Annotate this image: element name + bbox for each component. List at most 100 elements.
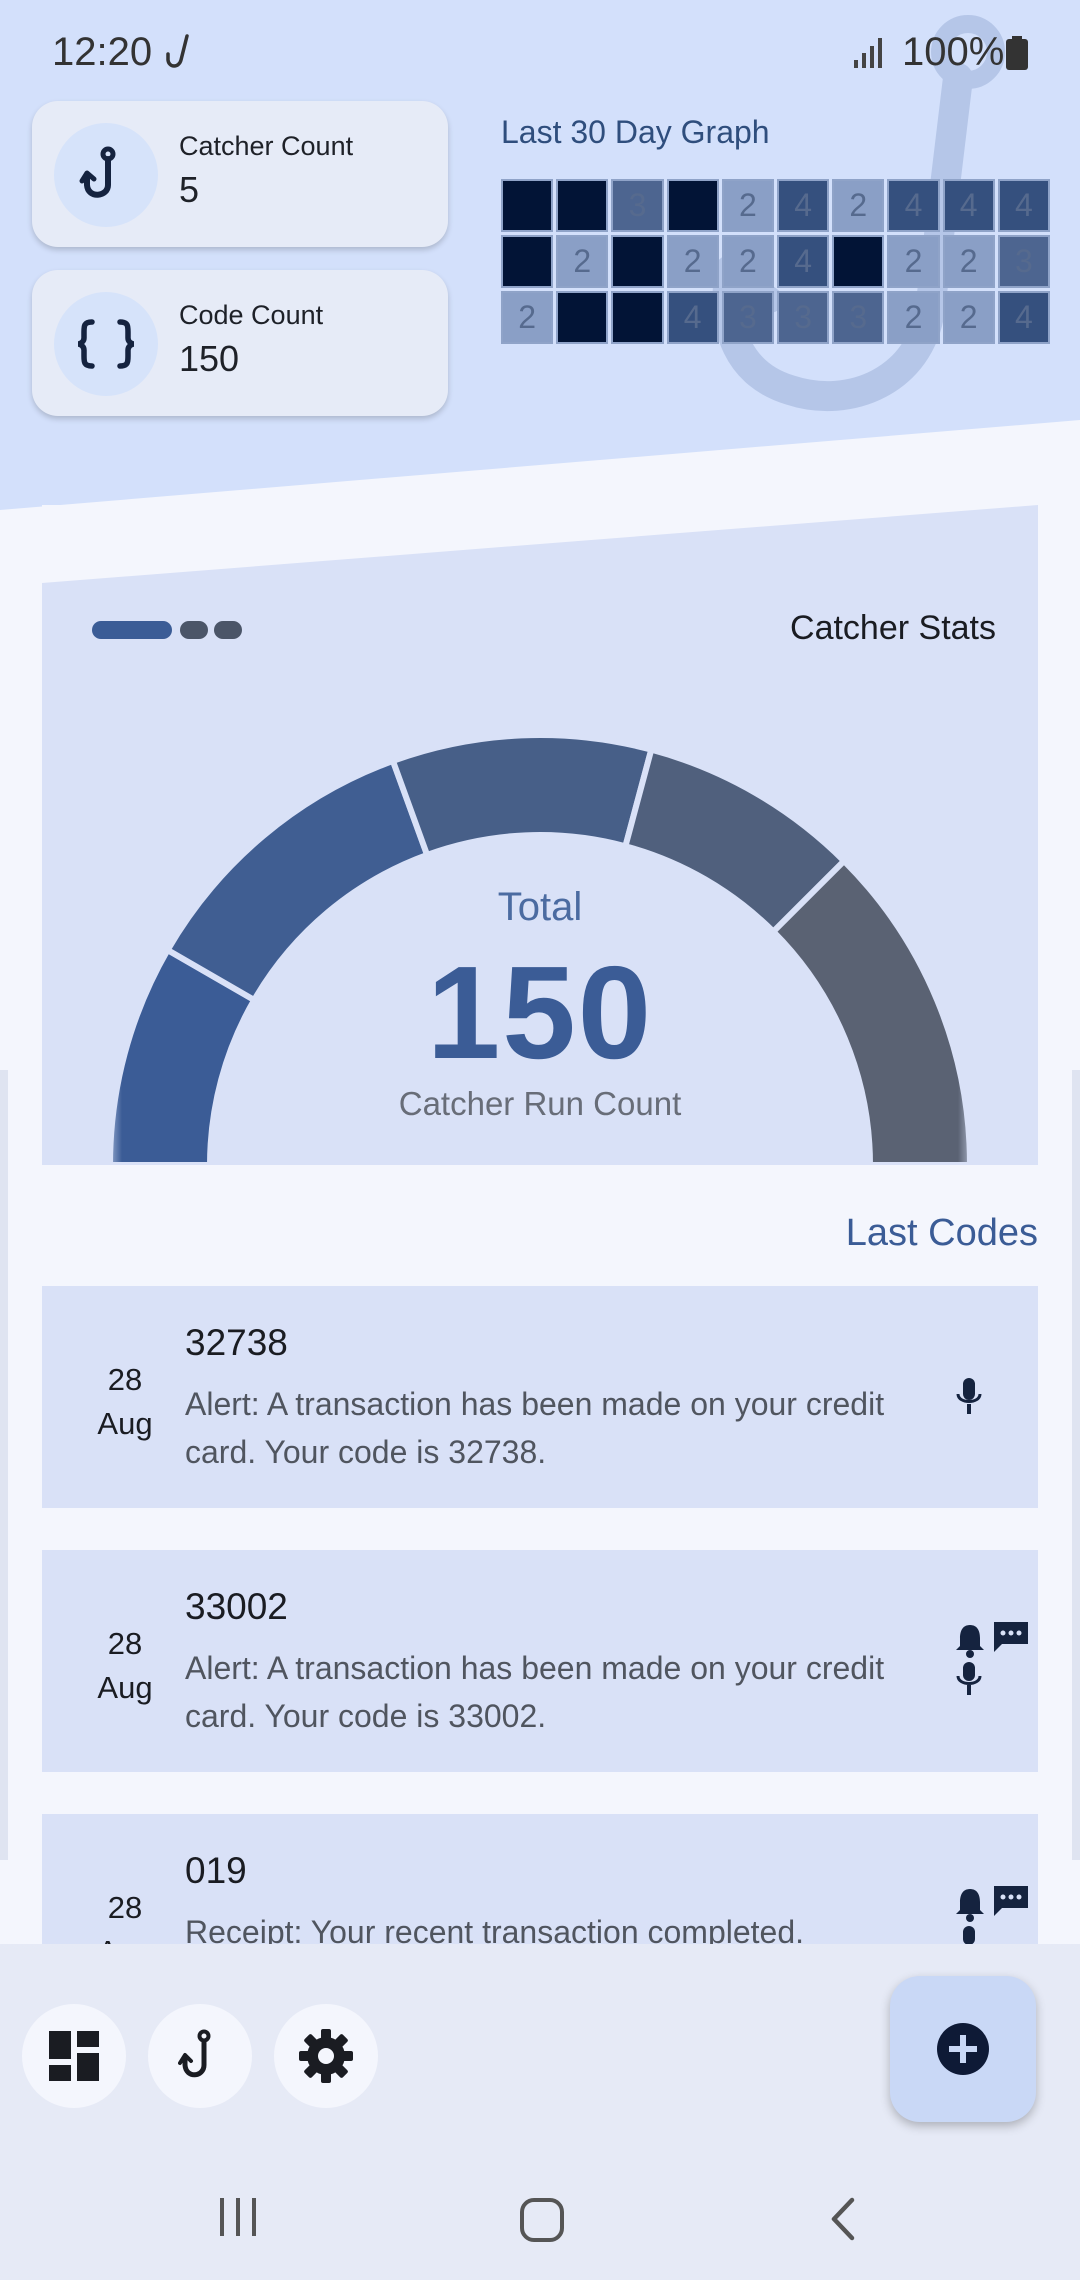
code-day: 28 — [107, 1890, 143, 1925]
hook-icon — [79, 146, 116, 198]
code-day: 28 — [107, 1362, 143, 1397]
heat-cell: 2 — [666, 235, 719, 288]
catcher-count-card[interactable]: Catcher Count 5 — [32, 101, 448, 247]
signal-icon — [854, 38, 882, 68]
heat-cell — [501, 179, 554, 232]
code-message: Alert: A transaction has been made on yo… — [185, 1650, 885, 1734]
heat-cell — [501, 235, 554, 288]
panel-wave — [42, 505, 1038, 583]
code-source-icons — [904, 1550, 1028, 1772]
left-edge — [0, 1070, 8, 1860]
code-date: 28 Aug — [70, 1622, 180, 1710]
heat-cell: 2 — [887, 291, 940, 344]
gauge-segment — [389, 732, 655, 859]
home-icon[interactable] — [518, 2196, 566, 2244]
heat-cell: 3 — [997, 235, 1050, 288]
bell-icon — [956, 1889, 984, 1922]
battery-icon — [1006, 36, 1028, 70]
catcher-count-value: 5 — [179, 169, 200, 210]
catcher-stats-title: Catcher Stats — [790, 609, 996, 647]
status-bar: 12:20 100% — [0, 0, 1080, 110]
settings-button[interactable] — [274, 2004, 378, 2108]
chat-icon — [994, 1886, 1028, 1916]
graph-title: Last 30 Day Graph — [501, 114, 770, 150]
code-message: Receipt: Your recent transaction complet… — [185, 1914, 805, 1944]
catchers-button[interactable] — [148, 2004, 252, 2108]
heat-cell: 2 — [887, 235, 940, 288]
code-count-card[interactable]: Code Count 150 — [32, 270, 448, 416]
dashboard-icon — [49, 2031, 99, 2081]
braces-icon — [77, 319, 135, 369]
settings-icon — [299, 2029, 353, 2083]
gauge-subtitle: Catcher Run Count — [398, 1085, 682, 1122]
dashboard-button[interactable] — [22, 2004, 126, 2108]
mic-icon — [956, 1378, 982, 1414]
battery-percent: 100% — [902, 30, 1005, 74]
gauge-total-label: Total — [497, 885, 583, 929]
heat-cell: 2 — [942, 235, 995, 288]
status-time: 12:20 — [52, 30, 153, 74]
code-number: 019 — [185, 1850, 247, 1891]
catcher-stats-panel[interactable]: Catcher Stats Total 150 Catcher Run Coun… — [42, 505, 1038, 1165]
code-source-icons — [904, 1286, 1004, 1508]
heat-cell: 4 — [997, 291, 1050, 344]
code-date: 28 Aug — [70, 1886, 180, 1944]
heat-grid: 3242444222422324333224 — [501, 179, 1050, 344]
heat-cell: 4 — [942, 179, 995, 232]
bell-icon — [956, 1625, 984, 1658]
heat-cell: 2 — [556, 235, 609, 288]
heat-cell: 4 — [777, 235, 830, 288]
mic-icon — [963, 1926, 975, 1944]
heat-cell: 3 — [777, 291, 830, 344]
mic-icon — [956, 1662, 982, 1695]
page-dot — [214, 621, 242, 639]
heat-cell: 4 — [887, 179, 940, 232]
last-codes-title[interactable]: Last Codes — [846, 1212, 1038, 1255]
heat-cell: 4 — [777, 179, 830, 232]
code-month: Aug — [70, 1930, 180, 1944]
add-circle-icon — [937, 2023, 989, 2075]
code-month: Aug — [97, 1670, 153, 1705]
page-dot-active — [92, 621, 172, 639]
page-dot — [180, 621, 208, 639]
heat-cell — [666, 179, 719, 232]
chat-icon — [994, 1622, 1028, 1652]
heat-cell: 3 — [721, 291, 774, 344]
code-day: 28 — [107, 1626, 143, 1661]
gauge-total-value: 150 — [426, 939, 654, 1086]
hook-icon — [178, 2029, 211, 2078]
code-number: 32738 — [185, 1322, 288, 1363]
code-count-value: 150 — [179, 338, 240, 379]
heat-cell: 2 — [721, 179, 774, 232]
code-count-label: Code Count — [179, 300, 324, 330]
code-month: Aug — [97, 1406, 153, 1441]
catcher-icon-circle — [54, 123, 158, 227]
heat-cell — [556, 291, 609, 344]
code-date: 28 Aug — [70, 1358, 180, 1446]
heat-cell: 2 — [942, 291, 995, 344]
heat-cell: 2 — [832, 179, 885, 232]
add-button[interactable] — [890, 1976, 1036, 2122]
code-list-item[interactable]: 28 Aug 019 Receipt: Your recent transact… — [42, 1814, 1038, 1944]
recent-apps-icon[interactable] — [216, 2196, 264, 2240]
code-number: 33002 — [185, 1586, 288, 1627]
heat-cell — [832, 235, 885, 288]
code-message: Alert: A transaction has been made on yo… — [185, 1386, 885, 1470]
heat-cell: 4 — [997, 179, 1050, 232]
back-icon[interactable] — [824, 2196, 860, 2242]
right-edge — [1072, 1070, 1080, 1860]
heat-cell — [611, 235, 664, 288]
heat-cell: 2 — [721, 235, 774, 288]
code-list-item[interactable]: 28 Aug 32738 Alert: A transaction has be… — [42, 1286, 1038, 1508]
hook-notification-icon — [166, 34, 189, 68]
heat-cell: 2 — [501, 291, 554, 344]
heat-cell: 3 — [611, 179, 664, 232]
code-source-icons — [904, 1814, 1028, 1944]
heat-cell: 3 — [832, 291, 885, 344]
code-list-item[interactable]: 28 Aug 33002 Alert: A transaction has be… — [42, 1550, 1038, 1772]
catcher-count-label: Catcher Count — [179, 131, 354, 161]
heat-cell — [556, 179, 609, 232]
heat-cell — [611, 291, 664, 344]
code-icon-circle — [54, 292, 158, 396]
heat-cell: 4 — [666, 291, 719, 344]
